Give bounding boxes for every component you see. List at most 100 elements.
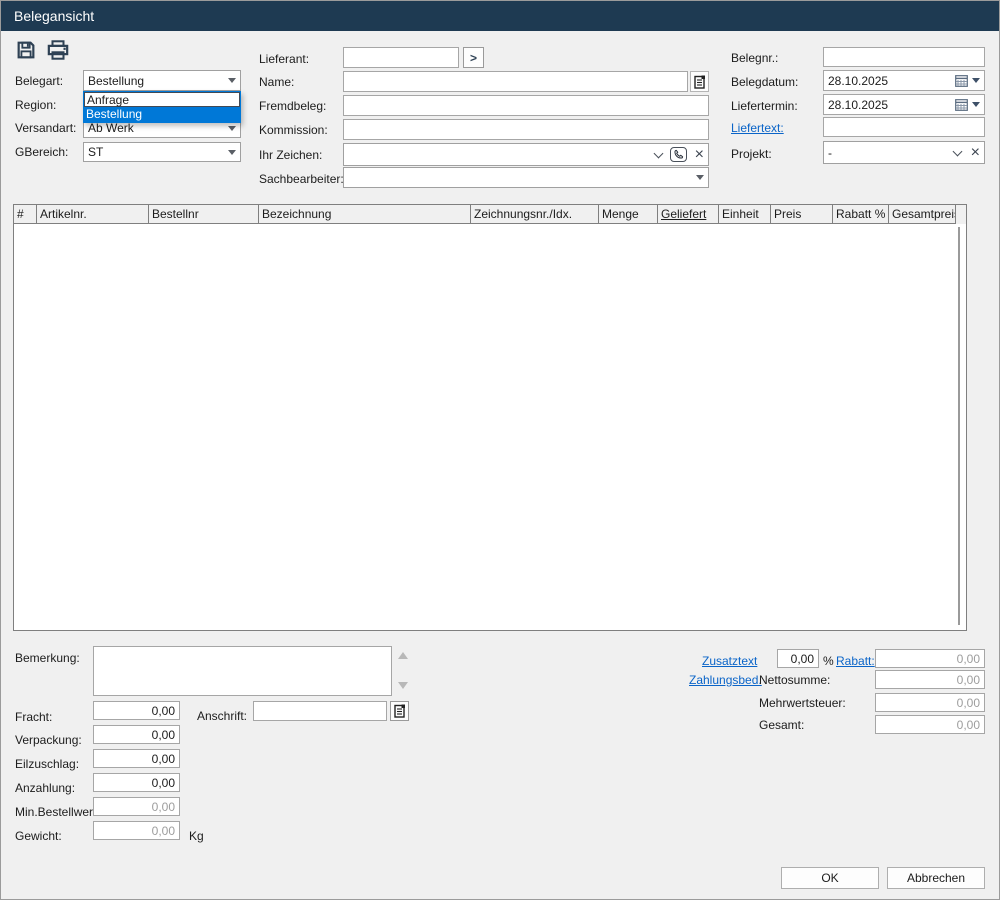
- eilzuschlag-label: Eilzuschlag:: [15, 757, 79, 771]
- clipboard-icon: [394, 704, 406, 718]
- column-header-bestellnr[interactable]: Bestellnr: [149, 205, 259, 224]
- liefertermin-datepicker[interactable]: 28.10.2025: [823, 94, 985, 115]
- positions-table-header: # Artikelnr. Bestellnr Bezeichnung Zeich…: [14, 205, 966, 224]
- nettosumme-label: Nettosumme:: [759, 673, 830, 687]
- rabatt-percent-input[interactable]: [777, 649, 819, 668]
- belegdatum-label: Belegdatum:: [731, 75, 798, 89]
- verpackung-input[interactable]: [93, 725, 180, 744]
- min-bestellwert-input: [93, 797, 180, 816]
- fracht-label: Fracht:: [15, 710, 52, 724]
- projekt-label: Projekt:: [731, 147, 772, 161]
- anzahlung-input[interactable]: [93, 773, 180, 792]
- gewicht-input: [93, 821, 180, 840]
- zahlungsbed-link[interactable]: Zahlungsbed.: [689, 673, 762, 687]
- column-header-geliefert[interactable]: Geliefert: [658, 205, 719, 224]
- name-copy-button[interactable]: [690, 71, 709, 92]
- lieferant-input[interactable]: [343, 47, 459, 68]
- chevron-down-icon[interactable]: [653, 148, 663, 158]
- nettosumme-input: [875, 670, 985, 689]
- belegart-label: Belegart:: [15, 74, 63, 88]
- versandart-value: Ab Werk: [88, 121, 228, 135]
- belegart-combobox[interactable]: Bestellung: [83, 70, 241, 91]
- table-scrollbar[interactable]: [958, 227, 960, 625]
- versandart-label: Versandart:: [15, 121, 76, 135]
- lieferant-browse-button[interactable]: >: [463, 47, 484, 68]
- column-header-rabatt[interactable]: Rabatt %: [833, 205, 889, 224]
- window-titlebar: Belegansicht: [1, 1, 999, 31]
- beleg-window: Belegansicht Belegart: Region: Versandar…: [0, 0, 1000, 900]
- fremdbeleg-input[interactable]: [343, 95, 709, 116]
- save-button[interactable]: [15, 39, 37, 61]
- calendar-icon: [955, 75, 968, 87]
- anschrift-label: Anschrift:: [197, 709, 247, 723]
- anschrift-input[interactable]: [253, 701, 387, 721]
- save-icon: [15, 39, 37, 61]
- column-header-preis[interactable]: Preis: [771, 205, 833, 224]
- region-label: Region:: [15, 98, 56, 112]
- chevron-down-icon: [228, 78, 236, 83]
- rabatt-total-input: [875, 649, 985, 668]
- column-header-artikelnr[interactable]: Artikelnr.: [37, 205, 149, 224]
- mehrwertsteuer-label: Mehrwertsteuer:: [759, 696, 846, 710]
- print-icon: [46, 39, 70, 61]
- calendar-icon: [955, 99, 968, 111]
- eilzuschlag-input[interactable]: [93, 749, 180, 768]
- column-header-einheit[interactable]: Einheit: [719, 205, 771, 224]
- column-header-gesamtpreis[interactable]: Gesamtpreis: [889, 205, 956, 224]
- belegdatum-datepicker[interactable]: 28.10.2025: [823, 70, 985, 91]
- fracht-input[interactable]: [93, 701, 180, 720]
- cancel-button[interactable]: Abbrechen: [887, 867, 985, 889]
- lieferant-label: Lieferant:: [259, 52, 309, 66]
- name-input[interactable]: [343, 71, 688, 92]
- print-button[interactable]: [46, 39, 70, 61]
- liefertext-input[interactable]: [823, 117, 985, 137]
- dropdown-item-anfrage[interactable]: Anfrage: [84, 92, 240, 107]
- belegdatum-value: 28.10.2025: [828, 74, 955, 88]
- ihr-zeichen-label: Ihr Zeichen:: [259, 148, 322, 162]
- column-header-bezeichnung[interactable]: Bezeichnung: [259, 205, 471, 224]
- verpackung-label: Verpackung:: [15, 733, 82, 747]
- chevron-down-icon: [228, 150, 236, 155]
- gesamt-label: Gesamt:: [759, 718, 804, 732]
- name-label: Name:: [259, 75, 294, 89]
- scroll-up-icon[interactable]: [398, 652, 408, 659]
- gbereich-label: GBereich:: [15, 145, 68, 159]
- sachbearbeiter-combobox[interactable]: [343, 167, 709, 188]
- gbereich-value: ST: [88, 145, 228, 159]
- mehrwertsteuer-input: [875, 693, 985, 712]
- projekt-combobox[interactable]: - ×: [823, 141, 985, 164]
- dropdown-item-bestellung[interactable]: Bestellung: [84, 107, 240, 122]
- liefertext-link[interactable]: Liefertext:: [731, 121, 784, 135]
- ihr-zeichen-combobox[interactable]: ×: [343, 143, 709, 166]
- chevron-down-icon[interactable]: [952, 146, 962, 156]
- positions-table[interactable]: # Artikelnr. Bestellnr Bezeichnung Zeich…: [13, 204, 967, 631]
- chevron-down-icon: [228, 126, 236, 131]
- rabatt-link[interactable]: Rabatt:: [836, 654, 875, 668]
- column-header-menge[interactable]: Menge: [599, 205, 658, 224]
- chevron-down-icon[interactable]: [972, 78, 980, 83]
- column-header-index[interactable]: #: [14, 205, 37, 224]
- liefertermin-label: Liefertermin:: [731, 99, 798, 113]
- gbereich-combobox[interactable]: ST: [83, 142, 241, 162]
- belegart-value: Bestellung: [88, 74, 228, 88]
- gewicht-label: Gewicht:: [15, 829, 62, 843]
- clear-icon[interactable]: ×: [695, 147, 704, 163]
- anzahlung-label: Anzahlung:: [15, 781, 75, 795]
- zusatztext-link[interactable]: Zusatztext: [702, 654, 757, 668]
- column-header-zeichnungsnr[interactable]: Zeichnungsnr./Idx.: [471, 205, 599, 224]
- ok-button[interactable]: OK: [781, 867, 879, 889]
- chevron-down-icon[interactable]: [972, 102, 980, 107]
- window-title: Belegansicht: [14, 8, 94, 24]
- clear-icon[interactable]: ×: [971, 145, 980, 161]
- projekt-value: -: [828, 146, 944, 160]
- anschrift-copy-button[interactable]: [390, 701, 409, 721]
- belegart-dropdown-list: Anfrage Bestellung: [83, 91, 241, 123]
- bemerkung-textarea[interactable]: [93, 646, 392, 696]
- kommission-input[interactable]: [343, 119, 709, 140]
- phone-icon: [673, 149, 684, 160]
- chevron-down-icon: [696, 175, 704, 180]
- bemerkung-label: Bemerkung:: [15, 651, 80, 665]
- scroll-down-icon[interactable]: [398, 682, 408, 689]
- belegnr-input[interactable]: [823, 47, 985, 67]
- phone-dial-button[interactable]: [670, 147, 687, 162]
